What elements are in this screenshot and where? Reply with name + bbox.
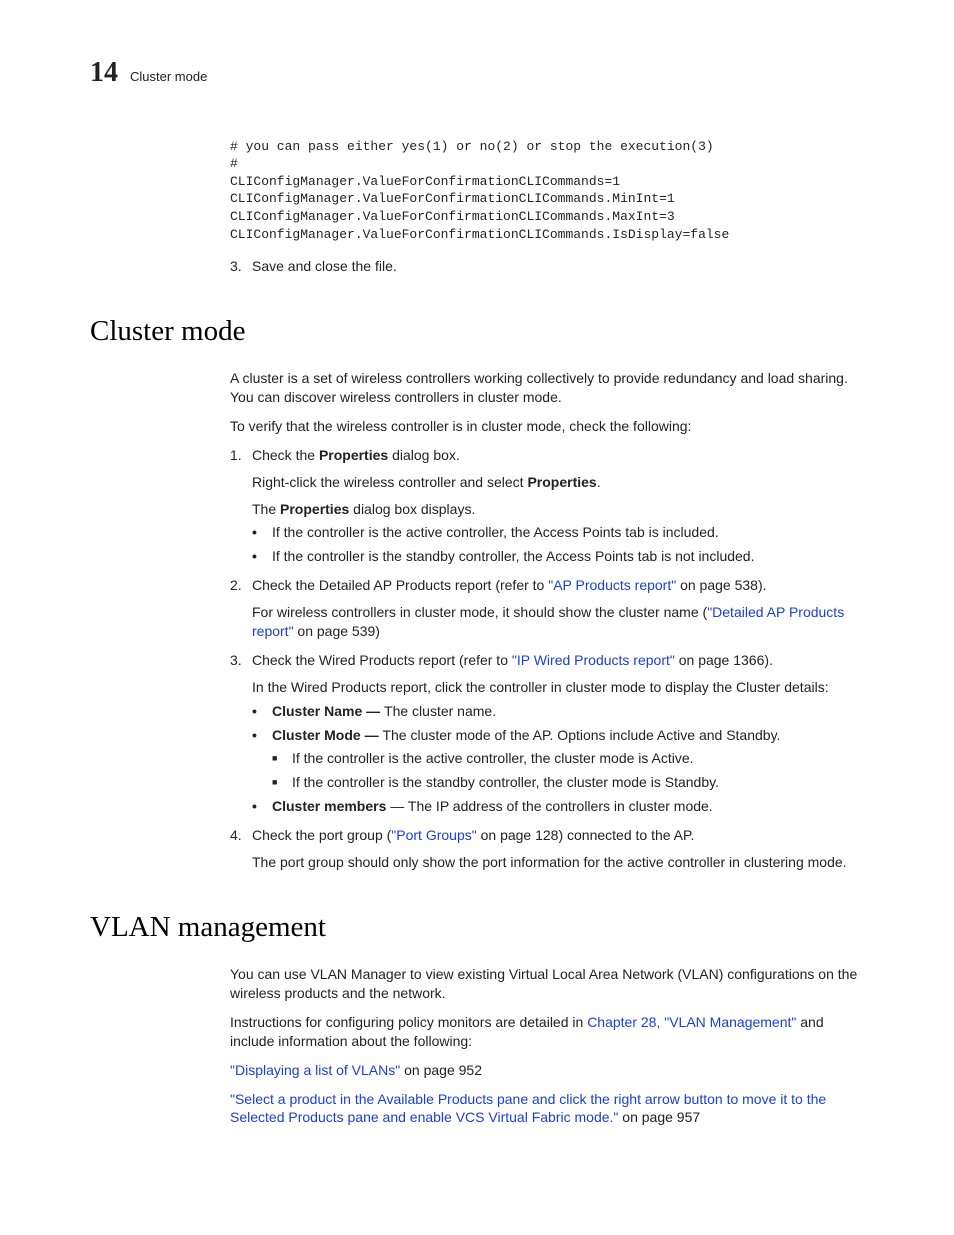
numbered-step: 3. Save and close the file.	[230, 257, 864, 276]
text: dialog box displays.	[349, 501, 475, 517]
bullet-text: Cluster Mode — The cluster mode of the A…	[272, 726, 780, 745]
bold: Properties	[280, 501, 349, 517]
text: The cluster name.	[384, 703, 496, 719]
bullet-item: • Cluster Mode — The cluster mode of the…	[252, 726, 864, 745]
paragraph: Instructions for configuring policy moni…	[230, 1013, 864, 1051]
link[interactable]: "Displaying a list of VLANs"	[230, 1062, 400, 1078]
step-number: 3.	[230, 651, 252, 670]
section-heading-vlan: VLAN management	[90, 908, 864, 947]
text: Check the	[252, 447, 319, 463]
step-number: 4.	[230, 826, 252, 845]
bullet-icon: •	[252, 702, 272, 721]
link[interactable]: "Select a product in the Available Produ…	[230, 1091, 826, 1126]
step-text: Save and close the file.	[252, 257, 397, 276]
numbered-step: 3. Check the Wired Products report (refe…	[230, 651, 864, 670]
text: on page 128) connected to the AP.	[477, 827, 695, 843]
bold: Properties	[319, 447, 388, 463]
text: The cluster mode of the AP. Options incl…	[382, 727, 780, 743]
sub-bullet-item: ■ If the controller is the standby contr…	[272, 773, 864, 792]
bold: Cluster members	[272, 798, 386, 814]
bullet-item: • If the controller is the standby contr…	[252, 547, 864, 566]
paragraph: A cluster is a set of wireless controlle…	[230, 369, 864, 407]
bullet-text: Cluster members — The IP address of the …	[272, 797, 713, 816]
bullet-icon: •	[252, 797, 272, 816]
text: dialog box.	[388, 447, 460, 463]
bullet-item: • Cluster members — The IP address of th…	[252, 797, 864, 816]
bold: Cluster Name —	[272, 703, 384, 719]
link[interactable]: "AP Products report"	[548, 577, 676, 593]
numbered-step: 4. Check the port group ("Port Groups" o…	[230, 826, 864, 845]
content-body: # you can pass either yes(1) or no(2) or…	[230, 138, 864, 276]
step-text: Check the Detailed AP Products report (r…	[252, 576, 767, 595]
text: on page 1366).	[675, 652, 773, 668]
link[interactable]: "Port Groups"	[391, 827, 476, 843]
bullet-icon: •	[252, 523, 272, 542]
link[interactable]: Chapter 28, "VLAN Management"	[587, 1014, 796, 1030]
bold: Cluster Mode —	[272, 727, 382, 743]
bullet-text: If the controller is the active controll…	[272, 523, 719, 542]
sub-bullet-text: If the controller is the active controll…	[292, 749, 694, 768]
bullet-item: • If the controller is the active contro…	[252, 523, 864, 542]
text: Check the port group (	[252, 827, 391, 843]
text: Right-click the wireless controller and …	[252, 474, 527, 490]
paragraph: "Displaying a list of VLANs" on page 952	[230, 1061, 864, 1080]
bullet-text: If the controller is the standby control…	[272, 547, 755, 566]
sub-paragraph: The port group should only show the port…	[252, 853, 864, 872]
paragraph: You can use VLAN Manager to view existin…	[230, 965, 864, 1003]
square-icon: ■	[272, 773, 292, 792]
page-header: 14 Cluster mode	[90, 54, 864, 92]
text: on page 957	[618, 1109, 700, 1125]
bullet-item: • Cluster Name — The cluster name.	[252, 702, 864, 721]
text: — The IP address of the controllers in c…	[386, 798, 712, 814]
step-text: Check the Wired Products report (refer t…	[252, 651, 773, 670]
step-number: 3.	[230, 257, 252, 276]
sub-paragraph: For wireless controllers in cluster mode…	[252, 603, 864, 641]
step-text: Check the Properties dialog box.	[252, 446, 460, 465]
text: Check the Wired Products report (refer t…	[252, 652, 512, 668]
bullet-icon: •	[252, 726, 272, 745]
step-number: 2.	[230, 576, 252, 595]
text: Instructions for configuring policy moni…	[230, 1014, 587, 1030]
chapter-number: 14	[90, 54, 118, 92]
text: on page 538).	[676, 577, 766, 593]
paragraph: "Select a product in the Available Produ…	[230, 1090, 864, 1128]
numbered-step: 1. Check the Properties dialog box.	[230, 446, 864, 465]
link[interactable]: "IP Wired Products report"	[512, 652, 675, 668]
paragraph: To verify that the wireless controller i…	[230, 417, 864, 436]
bullet-text: Cluster Name — The cluster name.	[272, 702, 496, 721]
chapter-title: Cluster mode	[130, 68, 207, 86]
text: The	[252, 501, 280, 517]
step-text: Check the port group ("Port Groups" on p…	[252, 826, 694, 845]
numbered-step: 2. Check the Detailed AP Products report…	[230, 576, 864, 595]
sub-paragraph: The Properties dialog box displays.	[252, 500, 864, 519]
bold: Properties	[527, 474, 596, 490]
sub-paragraph: In the Wired Products report, click the …	[252, 678, 864, 697]
step-number: 1.	[230, 446, 252, 465]
cluster-content: A cluster is a set of wireless controlle…	[230, 369, 864, 872]
vlan-content: You can use VLAN Manager to view existin…	[230, 965, 864, 1127]
code-block: # you can pass either yes(1) or no(2) or…	[230, 138, 864, 243]
text: For wireless controllers in cluster mode…	[252, 604, 707, 620]
sub-paragraph: Right-click the wireless controller and …	[252, 473, 864, 492]
sub-bullet-item: ■ If the controller is the active contro…	[272, 749, 864, 768]
text: Check the Detailed AP Products report (r…	[252, 577, 548, 593]
section-heading-cluster: Cluster mode	[90, 312, 864, 351]
text: on page 952	[400, 1062, 482, 1078]
text: on page 539)	[294, 623, 380, 639]
bullet-icon: •	[252, 547, 272, 566]
square-icon: ■	[272, 749, 292, 768]
text: .	[597, 474, 601, 490]
sub-bullet-text: If the controller is the standby control…	[292, 773, 719, 792]
